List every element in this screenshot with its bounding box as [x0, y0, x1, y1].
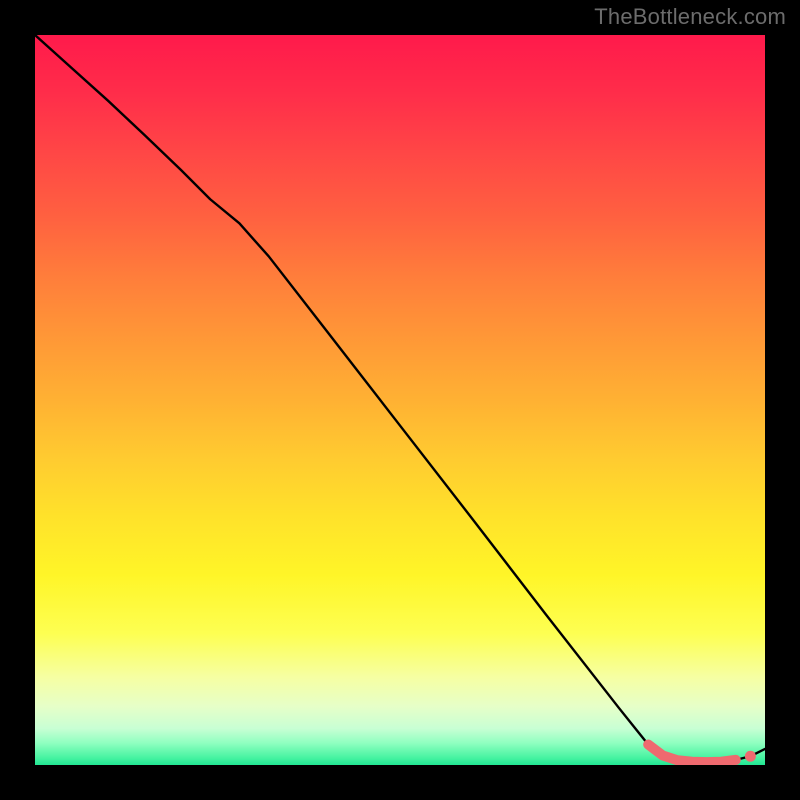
bottleneck-curve [35, 35, 765, 762]
chart-frame: TheBottleneck.com [0, 0, 800, 800]
watermark-text: TheBottleneck.com [594, 4, 786, 30]
optimal-zone-marker [648, 745, 736, 763]
end-point-marker [745, 751, 756, 762]
chart-overlay [35, 35, 765, 765]
